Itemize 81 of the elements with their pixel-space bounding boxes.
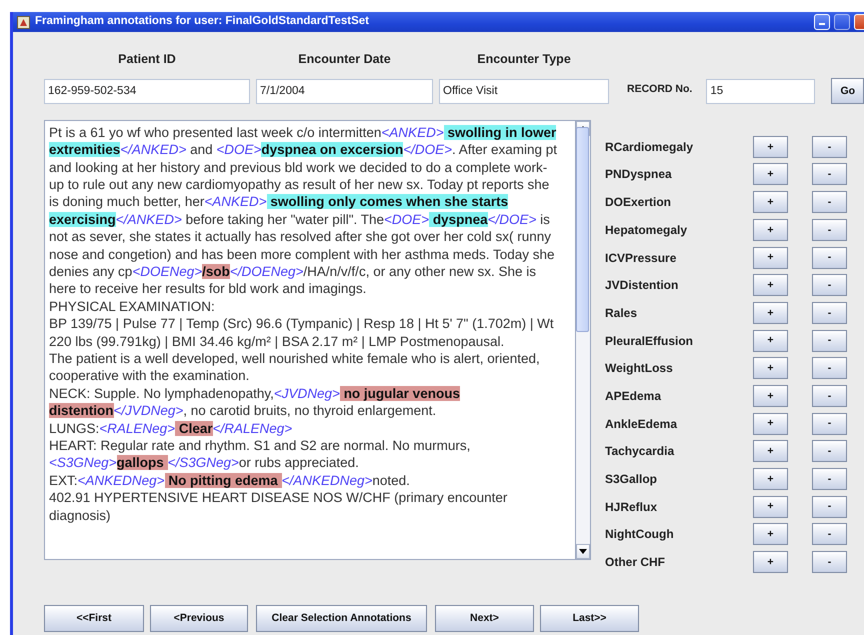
scrollbar[interactable] bbox=[576, 120, 591, 560]
minus-button[interactable]: - bbox=[812, 330, 847, 352]
annotation-label: Hepatomegaly bbox=[605, 222, 688, 239]
minus-button[interactable]: - bbox=[812, 302, 847, 324]
plus-button[interactable]: + bbox=[753, 440, 788, 462]
minimize-icon bbox=[819, 23, 825, 25]
text-field[interactable]: Office Visit bbox=[439, 78, 609, 104]
minus-button[interactable]: - bbox=[812, 440, 847, 462]
field-label: Patient ID bbox=[117, 51, 177, 68]
nav-button[interactable]: Last>> bbox=[540, 605, 639, 632]
annotation-label: Tachycardia bbox=[605, 443, 676, 460]
nav-button[interactable]: Clear Selection Annotations bbox=[256, 605, 427, 632]
field-label: Encounter Type bbox=[476, 51, 572, 68]
note-paragraph: Pt is a 61 yo wf who presented last week c/o intermitten<ANKED> swolling in lower extremities</ANKED> and <DOE>dyspnea on excersion</DOE>. After examing pt and looking at her history and previous bld work we decided to do a complete work-up to rule out any new cardiomyopathy as result of her new sx. Today pt reports she is doning much better, her<ANKED> swolling only comes when she starts exercising</ANKED> before taking her "water pill". The<DOE> dyspnea</DOE> is not as sever, she states it actually has resolved after she got over her cold sx( runny nose and congetion) and has been more complent with her asthma meds. Today she denies any cp<DOENeg>/sob</DOENeg>/HA/n/v/f/c, or any other new sx. She is here to receive her results for bld work and imagings. bbox=[49, 124, 558, 298]
plus-button[interactable]: + bbox=[753, 330, 788, 352]
plus-button[interactable]: + bbox=[753, 163, 788, 186]
annotation-label: AnkleEdema bbox=[605, 416, 678, 433]
close-button[interactable] bbox=[854, 14, 864, 30]
minus-button[interactable]: - bbox=[812, 412, 847, 435]
note-text-area[interactable] bbox=[44, 120, 576, 560]
minus-button[interactable]: - bbox=[812, 274, 847, 296]
plus-button[interactable]: + bbox=[753, 191, 788, 214]
plus-button[interactable]: + bbox=[753, 274, 788, 296]
annotation-label: RCardiomegaly bbox=[605, 138, 694, 156]
annotation-label: ICVPressure bbox=[605, 250, 678, 266]
down-arrow-icon bbox=[579, 548, 587, 554]
note-paragraph: HEART: Regular rate and rhythm. S1 and S2 are normal. No murmurs, bbox=[49, 437, 472, 454]
plus-button[interactable]: + bbox=[753, 246, 788, 268]
annotation-label: Other CHF bbox=[605, 554, 666, 572]
note-paragraph: PHYSICAL EXAMINATION: bbox=[49, 298, 216, 316]
minus-button[interactable]: - bbox=[812, 136, 847, 158]
maximize-button[interactable] bbox=[834, 14, 850, 30]
note-paragraph: NECK: Supple. No lymphadenopathy,<JVDNeg> no jugular venous distention</JVDNeg>, no carotid bruits, no thyroid enlargement. bbox=[49, 384, 461, 420]
annotation-label: NightCough bbox=[605, 526, 675, 544]
plus-button[interactable]: + bbox=[753, 357, 788, 380]
note-paragraph: LUNGS:<RALENeg> Clear</RALENeg> bbox=[49, 420, 294, 438]
note-paragraph: The patient is a well developed, well nourished white female who is alert, oriented, cooperative with the examination. bbox=[49, 350, 541, 385]
plus-button[interactable]: + bbox=[753, 523, 788, 546]
plus-button[interactable]: + bbox=[753, 384, 788, 407]
plus-button[interactable]: + bbox=[753, 468, 788, 490]
text-field[interactable]: 162-959-502-534 bbox=[44, 78, 250, 104]
annotation-label: S3Gallop bbox=[605, 471, 658, 488]
minus-button[interactable]: - bbox=[812, 523, 847, 546]
record-number-field[interactable]: 15 bbox=[706, 78, 816, 104]
note-paragraph: 402.91 HYPERTENSIVE HEART DISEASE NOS W/CHF (primary encounter diagnosis) bbox=[49, 489, 508, 524]
minus-button[interactable]: - bbox=[812, 496, 847, 518]
go-button[interactable]: Go bbox=[831, 78, 864, 104]
plus-button[interactable]: + bbox=[753, 412, 788, 435]
window-title: Framingham annotations for user: FinalGoldStandardTestSet bbox=[35, 14, 369, 30]
nav-button[interactable]: <Previous bbox=[150, 605, 248, 632]
annotation-label: APEdema bbox=[605, 388, 662, 405]
annotation-label: PNDyspnea bbox=[605, 166, 673, 184]
annotation-label: DOExertion bbox=[605, 194, 672, 212]
minus-button[interactable]: - bbox=[812, 551, 847, 574]
minus-button[interactable]: - bbox=[812, 163, 847, 186]
minus-button[interactable]: - bbox=[812, 357, 847, 380]
field-label: Encounter Date bbox=[297, 51, 392, 68]
plus-button[interactable]: + bbox=[753, 496, 788, 518]
note-paragraph: EXT:<ANKEDNeg> No pitting edema </ANKEDNeg>noted. bbox=[49, 472, 411, 490]
minus-button[interactable]: - bbox=[812, 384, 847, 407]
nav-button[interactable]: <<First bbox=[44, 605, 144, 632]
note-paragraph: BP 139/75 | Pulse 77 | Temp (Src) 96.6 (Tympanic) | Resp 18 | Ht 5' 7" (1.702m) | Wt 220 lbs (99.791kg) | BMI 34.46 kg/m² | BSA 2.17 m² | LMP Postmenopausal. bbox=[49, 315, 555, 350]
minus-button[interactable]: - bbox=[812, 218, 847, 241]
minimize-button[interactable] bbox=[814, 14, 830, 30]
annotation-label: Rales bbox=[605, 304, 638, 322]
text-field[interactable]: 7/1/2004 bbox=[256, 78, 433, 104]
note-paragraph: <S3GNeg>gallops </S3GNeg>or rubs appreciated. bbox=[49, 454, 360, 472]
annotation-label: JVDistention bbox=[605, 277, 680, 294]
minus-button[interactable]: - bbox=[812, 246, 847, 268]
plus-button[interactable]: + bbox=[753, 136, 788, 158]
minus-button[interactable]: - bbox=[812, 468, 847, 490]
annotation-label: PleuralEffusion bbox=[605, 332, 694, 350]
plus-button[interactable]: + bbox=[753, 302, 788, 324]
plus-button[interactable]: + bbox=[753, 218, 788, 241]
app-icon bbox=[17, 16, 30, 28]
plus-button[interactable]: + bbox=[753, 551, 788, 574]
annotation-label: WeightLoss bbox=[605, 360, 674, 378]
record-number-label: RECORD No. bbox=[627, 82, 692, 97]
annotation-label: HJReflux bbox=[605, 498, 658, 516]
nav-button[interactable]: Next> bbox=[435, 605, 534, 632]
minus-button[interactable]: - bbox=[812, 191, 847, 214]
